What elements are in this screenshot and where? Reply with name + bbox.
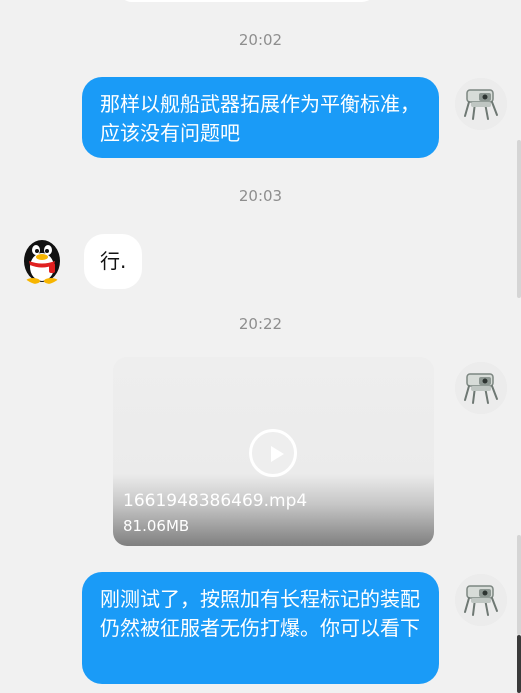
scrollbar-track[interactable]	[517, 535, 521, 635]
robot-avatar-graphic	[455, 574, 507, 626]
video-message-card[interactable]: 1661948386469.mp4 81.06MB	[113, 357, 434, 546]
message-bubble-incoming[interactable]: 行.	[84, 234, 142, 289]
timestamp: 20:22	[238, 315, 283, 333]
penguin-avatar-graphic	[24, 240, 60, 284]
scrollbar-thumb[interactable]	[517, 635, 521, 693]
robot-avatar-icon[interactable]	[455, 362, 507, 414]
robot-avatar-icon[interactable]	[455, 78, 507, 130]
message-bubble-outgoing[interactable]: 刚测试了，按照加有长程标记的装配仍然被征服者无伤打爆。你可以看下	[82, 572, 439, 684]
qq-penguin-avatar-icon[interactable]	[16, 233, 68, 285]
play-icon[interactable]	[249, 429, 297, 477]
robot-avatar-graphic	[455, 78, 507, 130]
video-filename: 1661948386469.mp4	[123, 491, 308, 511]
timestamp: 20:03	[238, 187, 283, 205]
video-file-size: 81.06MB	[123, 517, 190, 535]
message-bubble-outgoing[interactable]: 那样以舰船武器拓展作为平衡标准，应该没有问题吧	[82, 77, 439, 158]
previous-message-bubble[interactable]	[118, 0, 376, 2]
timestamp: 20:02	[238, 31, 283, 49]
robot-avatar-graphic	[455, 362, 507, 414]
scrollbar-track[interactable]	[517, 140, 521, 298]
play-triangle	[271, 446, 284, 462]
robot-avatar-icon[interactable]	[455, 574, 507, 626]
